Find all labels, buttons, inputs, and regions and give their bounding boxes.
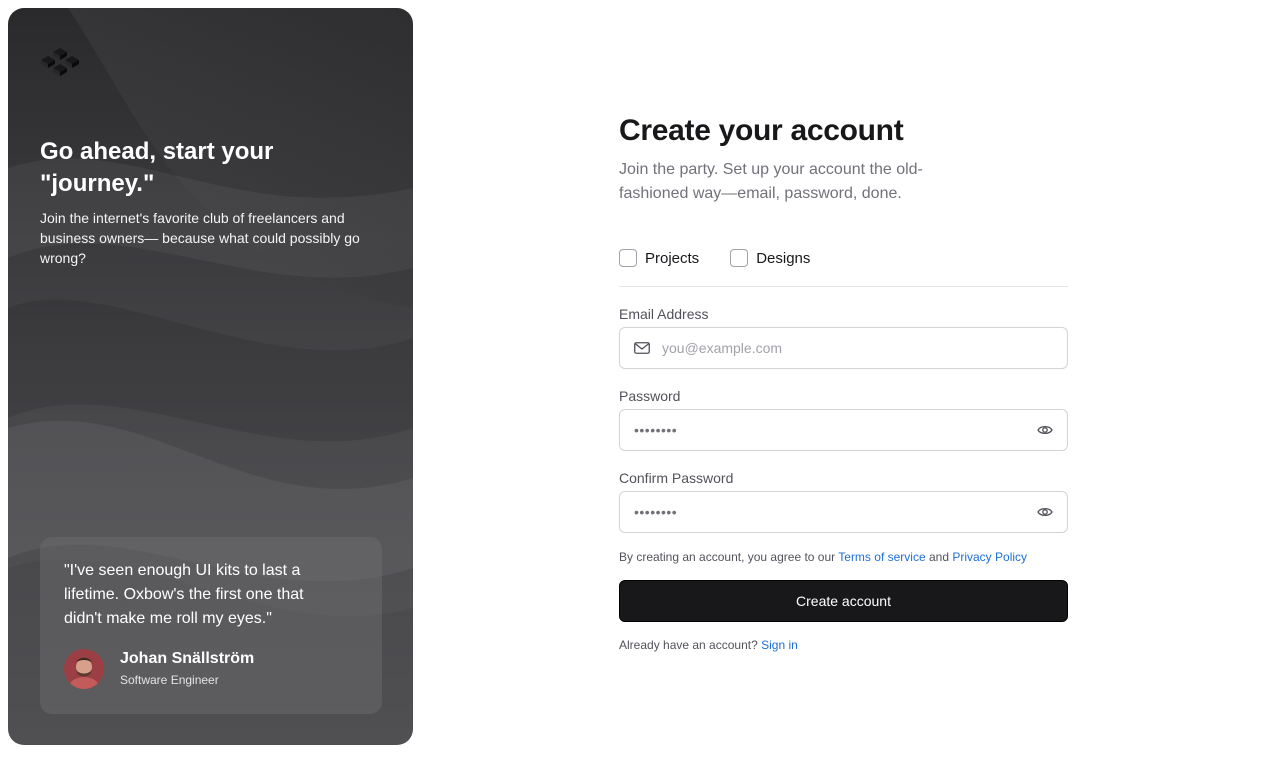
testimonial-quote: "I've seen enough UI kits to last a life… bbox=[64, 562, 304, 627]
terms-and: and bbox=[928, 550, 949, 564]
password-field[interactable]: •••••••• bbox=[619, 409, 1068, 451]
hero-panel: Go ahead, start your "journey." Join the… bbox=[8, 8, 413, 745]
terms-text: By creating an account, you agree to our… bbox=[619, 549, 1068, 565]
checkbox-designs-box[interactable] bbox=[730, 249, 749, 267]
checkbox-projects[interactable]: Projects bbox=[619, 249, 699, 267]
author-role: Software Engineer bbox=[120, 673, 219, 687]
checkbox-projects-box[interactable] bbox=[619, 249, 637, 267]
confirm-password-field[interactable]: •••••••• bbox=[619, 491, 1068, 533]
avatar bbox=[64, 649, 104, 689]
interest-checkboxes: Projects Designs bbox=[619, 246, 1068, 270]
checkbox-designs-label: Designs bbox=[756, 249, 811, 267]
terms-prefix: By creating an account, you agree to our bbox=[619, 550, 836, 564]
divider bbox=[619, 286, 1068, 287]
avatar-image bbox=[64, 649, 104, 689]
cubes-logo-icon bbox=[41, 48, 79, 76]
signup-form: Create your account Join the party. Set … bbox=[619, 112, 1068, 652]
hero-subtitle: Join the internet's favorite club of fre… bbox=[40, 210, 360, 266]
confirm-password-value: •••••••• bbox=[634, 504, 678, 520]
create-account-button[interactable]: Create account bbox=[619, 580, 1068, 622]
privacy-policy-link[interactable]: Privacy Policy bbox=[952, 550, 1027, 564]
testimonial-author: Johan Snällström Software Engineer bbox=[64, 649, 254, 689]
eye-icon[interactable] bbox=[1037, 424, 1053, 436]
testimonial-card: "I've seen enough UI kits to last a life… bbox=[40, 537, 382, 714]
password-label: Password bbox=[619, 388, 681, 404]
terms-of-service-link[interactable]: Terms of service bbox=[838, 550, 925, 564]
sign-in-link[interactable]: Sign in bbox=[761, 638, 798, 652]
checkbox-designs[interactable]: Designs bbox=[730, 249, 810, 267]
author-name: Johan Snällström bbox=[120, 650, 255, 667]
mail-icon bbox=[634, 342, 650, 354]
hero-title: Go ahead, start your "journey." bbox=[40, 138, 274, 197]
page-title: Create your account bbox=[619, 114, 904, 147]
confirm-password-field-group: Confirm Password •••••••• bbox=[619, 469, 1068, 533]
signin-prompt: Already have an account? Sign in bbox=[619, 638, 1068, 652]
eye-icon[interactable] bbox=[1037, 506, 1053, 518]
email-field-group: Email Address you@example.com bbox=[619, 305, 1068, 369]
password-field-group: Password •••••••• bbox=[619, 387, 1068, 451]
email-field[interactable]: you@example.com bbox=[619, 327, 1068, 369]
confirm-password-label: Confirm Password bbox=[619, 470, 734, 486]
page-subtitle: Join the party. Set up your account the … bbox=[619, 161, 923, 202]
email-label: Email Address bbox=[619, 306, 709, 322]
email-placeholder: you@example.com bbox=[662, 340, 783, 356]
signin-prompt-text: Already have an account? bbox=[619, 638, 758, 652]
password-value: •••••••• bbox=[634, 422, 678, 438]
checkbox-projects-label: Projects bbox=[645, 249, 700, 267]
